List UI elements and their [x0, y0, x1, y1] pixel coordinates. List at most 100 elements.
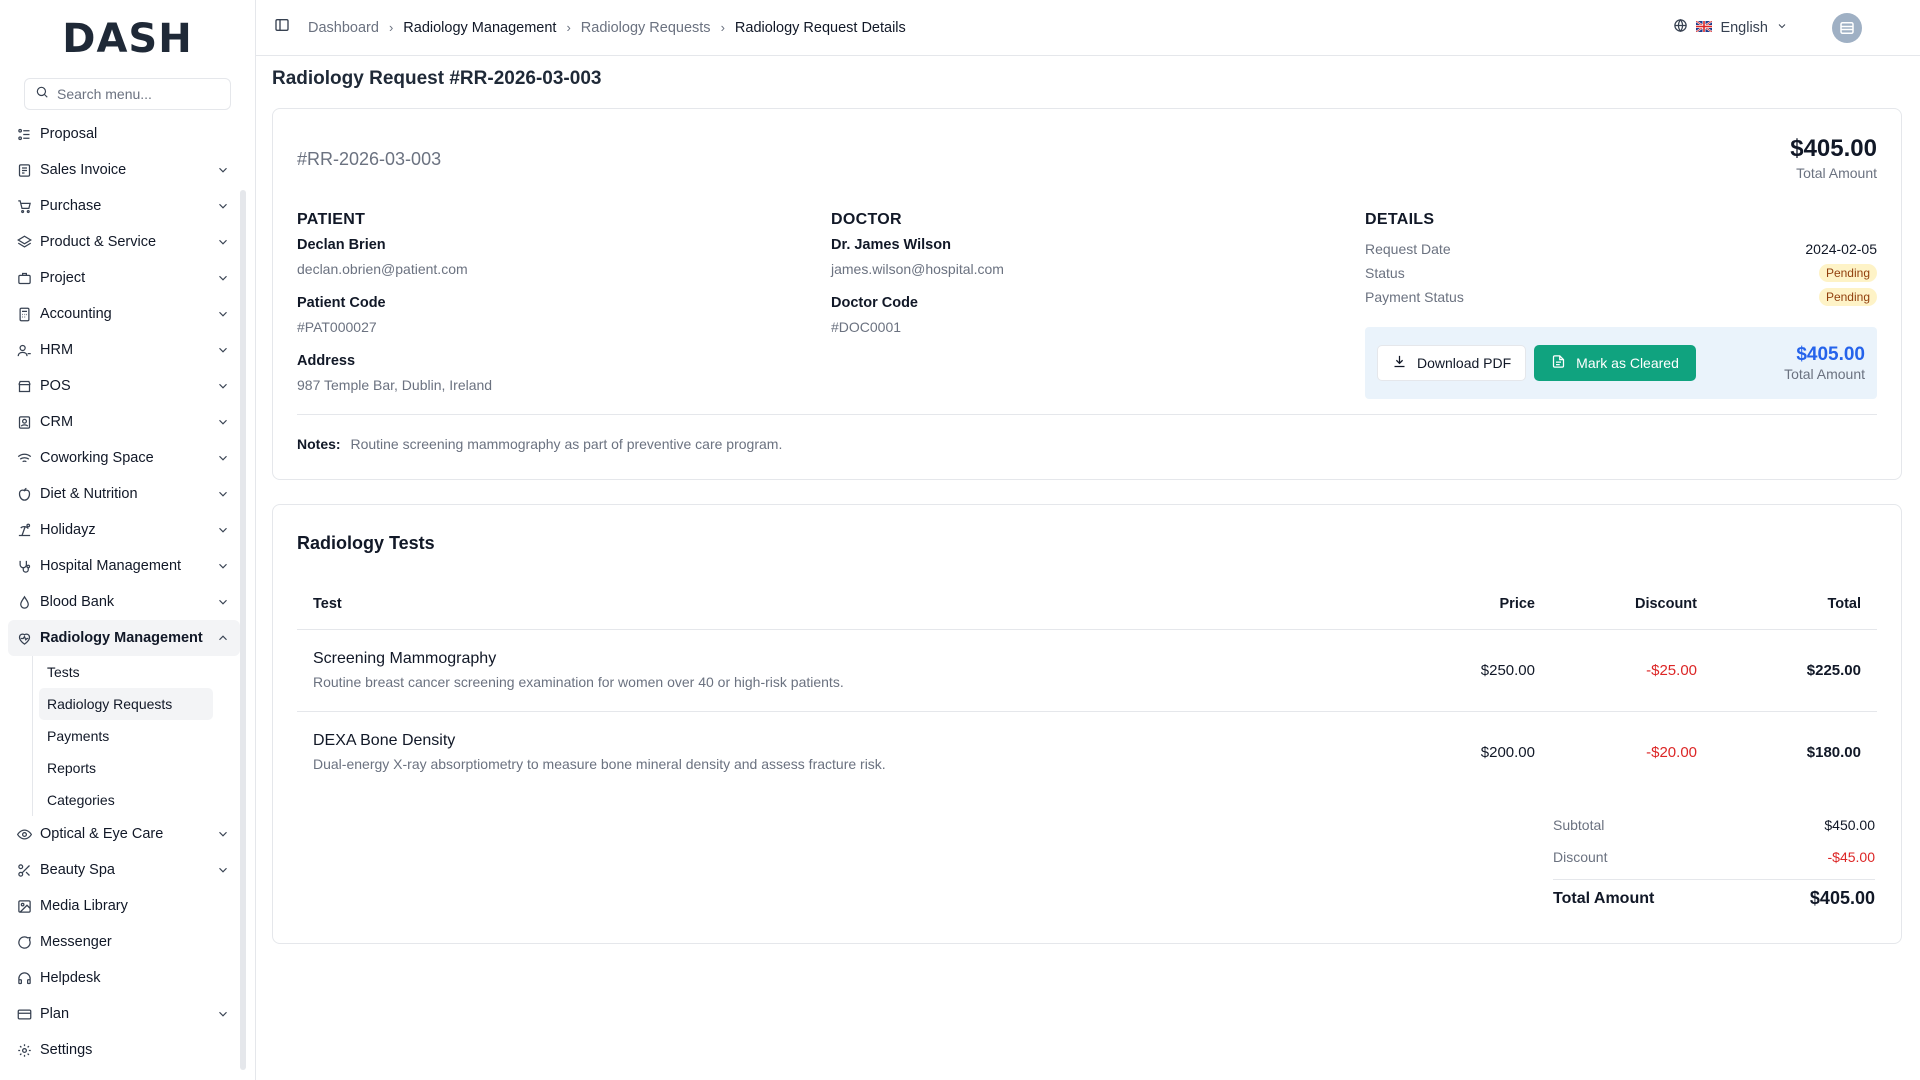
patient-email: declan.obrien@patient.com — [297, 261, 468, 277]
contact-icon — [16, 414, 32, 430]
submenu-item-reports[interactable]: Reports — [39, 752, 213, 784]
sidebar-item-radiology-management[interactable]: Radiology Management — [8, 620, 240, 656]
sidebar-item-hospital-management[interactable]: Hospital Management — [8, 548, 240, 584]
sidebar-item-sales-invoice[interactable]: Sales Invoice — [8, 152, 240, 188]
breadcrumb-dashboard[interactable]: Dashboard — [308, 20, 379, 36]
sidebar-item-optical-eye-care[interactable]: Optical & Eye Care — [8, 816, 240, 852]
sidebar-scrollbar[interactable] — [240, 190, 246, 1070]
chevron-down-icon — [216, 343, 230, 357]
sidebar-item-diet-nutrition[interactable]: Diet & Nutrition — [8, 476, 240, 512]
language-selector[interactable]: English — [1673, 12, 1862, 43]
breadcrumb-radiology-management[interactable]: Radiology Management — [403, 20, 556, 36]
sidebar-item-coworking-space[interactable]: Coworking Space — [8, 440, 240, 476]
column-header-test: Test — [297, 579, 1381, 630]
chevron-down-icon — [216, 199, 230, 213]
sidebar-item-proposal[interactable]: Proposal — [8, 116, 240, 152]
sidebar-item-blood-bank[interactable]: Blood Bank — [8, 584, 240, 620]
table-row: DEXA Bone Density Dual-energy X-ray abso… — [297, 711, 1877, 793]
sidebar-item-purchase[interactable]: Purchase — [8, 188, 240, 224]
action-box: Download PDF Mark as Cleared $405.00 Tot… — [1365, 327, 1877, 399]
payment-status-row: Payment Status Pending — [1365, 285, 1877, 309]
breadcrumb: Dashboard › Radiology Management › Radio… — [308, 20, 906, 36]
sidebar-item-helpdesk[interactable]: Helpdesk — [8, 960, 240, 996]
sidebar-item-product-service[interactable]: Product & Service — [8, 224, 240, 260]
sidebar-item-label: Holidayz — [40, 522, 96, 538]
total-amount: $405.00 — [1790, 135, 1877, 162]
totals-summary: Subtotal $450.00 Discount -$45.00 Total … — [1553, 809, 1875, 909]
breadcrumb-current: Radiology Request Details — [734, 19, 906, 36]
download-icon — [1392, 354, 1407, 372]
briefcase-icon — [16, 270, 32, 286]
sidebar-item-label: Hospital Management — [40, 558, 182, 574]
sidebar-item-label: Media Library — [40, 898, 128, 914]
action-total-caption: Total Amount — [1784, 366, 1865, 382]
patient-heading: PATIENT — [297, 211, 366, 228]
radiology-submenu: Tests Radiology Requests Payments Report… — [32, 656, 240, 816]
breadcrumb-radiology-requests[interactable]: Radiology Requests — [581, 20, 711, 36]
sidebar-item-label: Diet & Nutrition — [40, 486, 138, 502]
sidebar-item-settings[interactable]: Settings — [8, 1032, 240, 1068]
chevron-right-icon: › — [566, 20, 571, 35]
sidebar-item-holidayz[interactable]: Holidayz — [8, 512, 240, 548]
submenu-item-tests[interactable]: Tests — [39, 656, 213, 688]
image-icon — [16, 898, 32, 914]
submenu-item-categories[interactable]: Categories — [39, 784, 213, 816]
table-row: Screening Mammography Routine breast can… — [297, 629, 1877, 712]
sidebar-item-label: Beauty Spa — [40, 862, 115, 878]
discount-label: Discount — [1553, 849, 1608, 865]
download-pdf-button[interactable]: Download PDF — [1377, 345, 1527, 381]
chevron-down-icon — [216, 487, 230, 501]
sidebar-item-messenger[interactable]: Messenger — [8, 924, 240, 960]
search-box[interactable] — [24, 78, 231, 110]
sidebar-item-plan[interactable]: Plan — [8, 996, 240, 1032]
logo[interactable]: DASH — [0, 0, 255, 78]
grand-total-label: Total Amount — [1553, 889, 1655, 907]
request-date: 2024-02-05 — [1805, 241, 1877, 257]
details-section: DETAILS Request Date 2024-02-05 Status P… — [1365, 211, 1877, 309]
test-description: Dual-energy X-ray absorptiometry to meas… — [313, 756, 886, 773]
discount-row: Discount -$45.00 — [1553, 841, 1875, 873]
patient-code: #PAT000027 — [297, 319, 377, 335]
sidebar-item-project[interactable]: Project — [8, 260, 240, 296]
request-date-row: Request Date 2024-02-05 — [1365, 237, 1877, 261]
doctor-email: james.wilson@hospital.com — [831, 261, 1004, 277]
test-price: $200.00 — [1480, 743, 1535, 761]
doctor-code: #DOC0001 — [831, 319, 902, 335]
submenu-item-radiology-requests[interactable]: Radiology Requests — [39, 688, 213, 720]
chevron-down-icon — [216, 1007, 230, 1021]
sidebar-item-label: Messenger — [40, 934, 112, 950]
sidebar-item-beauty-spa[interactable]: Beauty Spa — [8, 852, 240, 888]
main-content: Dashboard › Radiology Management › Radio… — [256, 0, 1920, 1080]
proposal-icon — [16, 126, 32, 142]
eye-icon — [16, 826, 32, 842]
sidebar-item-crm[interactable]: CRM — [8, 404, 240, 440]
droplet-icon — [16, 594, 32, 610]
sidebar-item-pos[interactable]: POS — [8, 368, 240, 404]
chevron-down-icon — [216, 379, 230, 393]
search-input[interactable] — [57, 86, 227, 102]
sidebar-item-label: Project — [40, 270, 86, 286]
summary-divider — [1553, 879, 1875, 880]
address-label: Address — [297, 353, 356, 369]
submenu-item-payments[interactable]: Payments — [39, 720, 213, 752]
test-description: Routine breast cancer screening examinat… — [313, 674, 844, 690]
sidebar-item-label: Purchase — [40, 198, 102, 214]
gear-icon — [16, 1042, 32, 1058]
sidebar-item-media-library[interactable]: Media Library — [8, 888, 240, 924]
sidebar-item-label: Product & Service — [40, 234, 157, 250]
sidebar: DASH Proposal Sales Invoice Purchase — [0, 0, 256, 1080]
sidebar-item-hrm[interactable]: HRM — [8, 332, 240, 368]
chevron-down-icon — [216, 415, 230, 429]
divider — [297, 414, 1877, 415]
sidebar-toggle-icon[interactable] — [274, 17, 290, 38]
sidebar-item-label: Accounting — [40, 306, 112, 322]
test-discount: -$20.00 — [1646, 743, 1697, 761]
action-total-block: $405.00 Total Amount — [1784, 344, 1865, 382]
sidebar-item-accounting[interactable]: Accounting — [8, 296, 240, 332]
doctor-heading: DOCTOR — [831, 211, 902, 228]
avatar[interactable] — [1832, 12, 1862, 43]
mark-as-cleared-button[interactable]: Mark as Cleared — [1534, 345, 1696, 381]
users-icon — [16, 342, 32, 358]
message-icon — [16, 934, 32, 950]
test-price: $250.00 — [1381, 629, 1551, 712]
